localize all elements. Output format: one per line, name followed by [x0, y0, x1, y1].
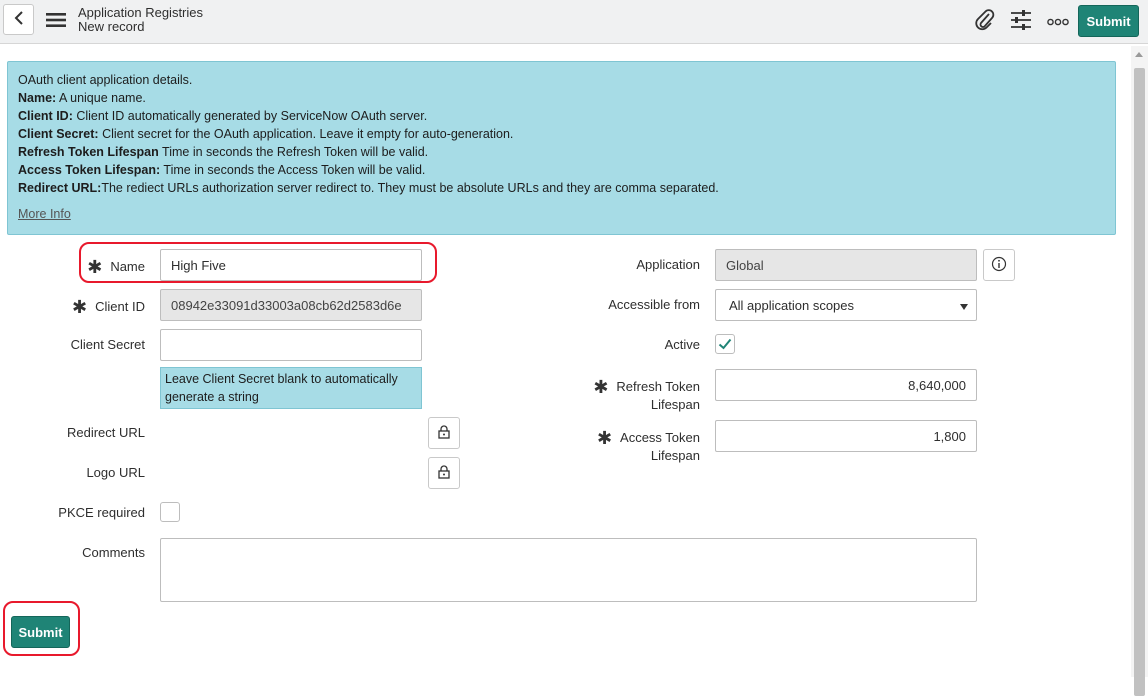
required-asterisk-icon: ✱ [593, 377, 609, 397]
lock-icon [438, 464, 450, 482]
footer-submit-button[interactable]: Submit [11, 616, 70, 648]
scrollbar[interactable] [1131, 46, 1148, 696]
logo-url-label: Logo URL [86, 465, 145, 480]
access-token-lifespan-label: ✱ Access Token Lifespan [596, 428, 700, 463]
refresh-token-lifespan-label: ✱ Refresh Token Lifespan [593, 377, 700, 412]
info-line: Access Token Lifespan: Time in seconds t… [18, 163, 426, 177]
form-header: Application Registries New record Submit [0, 0, 1148, 44]
paperclip-icon [975, 8, 995, 34]
info-icon [991, 256, 1007, 275]
required-asterisk-icon: ✱ [596, 428, 613, 448]
application-field: Global [715, 249, 977, 281]
client-id-field: 08942e33091d33003a08cb62d2583d6e [160, 289, 422, 321]
client-secret-label: Client Secret [70, 337, 145, 352]
menu-button[interactable] [44, 9, 68, 33]
refresh-token-lifespan-input[interactable]: 8,640,000 [715, 369, 977, 401]
name-input[interactable]: High Five [160, 249, 422, 281]
info-line: Redirect URL:The rediect URLs authorizat… [18, 181, 719, 195]
info-line: Name: A unique name. [18, 91, 146, 105]
personalize-button[interactable] [1009, 8, 1033, 34]
client-secret-input[interactable] [160, 329, 422, 361]
comments-textarea[interactable] [160, 538, 977, 602]
header-submit-button[interactable]: Submit [1078, 5, 1139, 37]
accessible-from-label: Accessible from [608, 297, 700, 312]
info-intro: OAuth client application details. [18, 73, 193, 87]
info-message: OAuth client application details. Name: … [7, 61, 1116, 235]
info-line: Client Secret: Client secret for the OAu… [18, 127, 514, 141]
pkce-required-label: PKCE required [58, 505, 145, 520]
lock-icon [438, 424, 450, 442]
application-label: Application [636, 257, 700, 272]
comments-label: Comments [82, 545, 145, 560]
page-title: Application Registries [78, 5, 204, 20]
name-label: ✱ Name [87, 257, 145, 277]
accessible-from-value: All application scopes [729, 297, 855, 313]
dropdown-arrow-icon [960, 298, 968, 313]
active-label: Active [664, 337, 700, 352]
more-info-link[interactable]: More Info [18, 205, 71, 223]
more-options-icon [1047, 14, 1069, 29]
info-line: Client ID: Client ID automatically gener… [18, 109, 428, 123]
required-asterisk-icon: ✱ [72, 297, 88, 317]
application-info-button[interactable] [983, 249, 1015, 281]
client-secret-hint: Leave Client Secret blank to automatical… [160, 367, 422, 409]
info-line: Refresh Token Lifespan Time in seconds t… [18, 145, 429, 159]
back-button[interactable] [3, 4, 34, 35]
scrollbar-thumb[interactable] [1134, 68, 1145, 696]
sliders-icon [1010, 9, 1032, 34]
hamburger-menu-icon [46, 12, 66, 31]
scroll-up-arrow[interactable] [1135, 52, 1143, 57]
attachment-button[interactable] [973, 8, 997, 34]
redirect-url-lock-button[interactable] [428, 417, 460, 449]
pkce-required-checkbox[interactable] [160, 502, 180, 522]
more-options-button[interactable] [1046, 8, 1070, 34]
access-token-lifespan-input[interactable]: 1,800 [715, 420, 977, 452]
chevron-left-icon [14, 11, 24, 28]
client-id-label: ✱ Client ID [72, 297, 145, 317]
required-asterisk-icon: ✱ [87, 257, 103, 277]
logo-url-lock-button[interactable] [428, 457, 460, 489]
page-subtitle: New record [78, 19, 145, 34]
active-checkbox[interactable] [715, 334, 735, 354]
redirect-url-label: Redirect URL [66, 425, 145, 440]
accessible-from-select[interactable]: All application scopes [715, 289, 977, 321]
